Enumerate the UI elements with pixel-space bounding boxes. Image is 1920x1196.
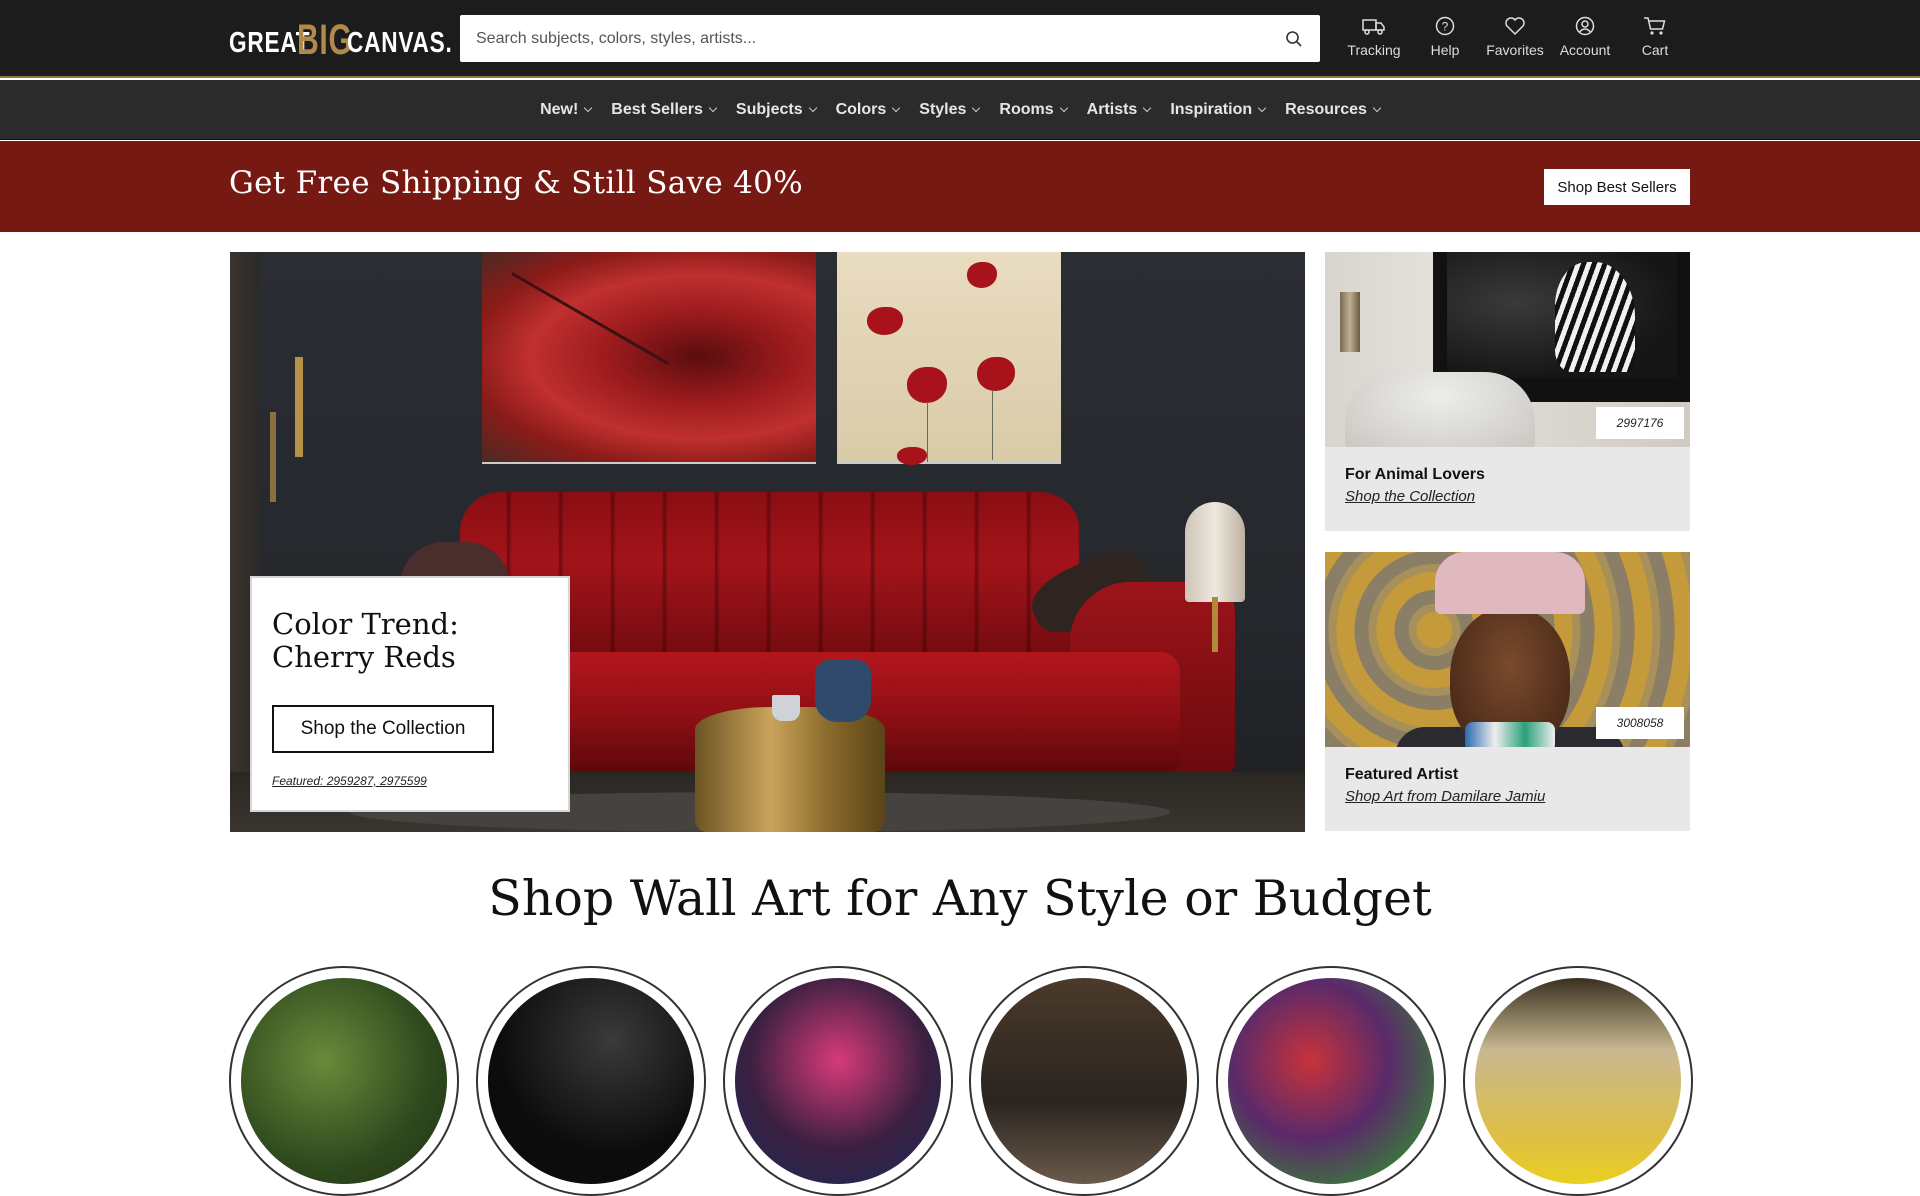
side-promo-featured-artist[interactable]: 3008058 Featured Artist Shop Art from Da… [1325, 552, 1690, 831]
chevron-down-icon [892, 103, 901, 113]
tracking-link[interactable]: Tracking [1339, 16, 1409, 58]
cart-icon [1644, 17, 1666, 35]
chevron-down-icon [708, 103, 718, 113]
nav-label: Rooms [999, 101, 1054, 118]
promo-banner: Get Free Shipping & Still Save 40% Shop … [0, 141, 1920, 232]
logo-text-big: BIG [297, 16, 353, 64]
chevron-down-icon [584, 103, 593, 113]
hero-vase [815, 660, 871, 722]
chevron-down-icon [1257, 103, 1267, 113]
chevron-down-icon [1372, 103, 1382, 113]
nav-label: Inspiration [1170, 101, 1253, 118]
shop-best-sellers-button[interactable]: Shop Best Sellers [1544, 169, 1690, 205]
nav-item-styles[interactable]: Styles [919, 101, 981, 119]
nav-item-artists[interactable]: Artists [1086, 101, 1152, 119]
nav-item-subjects[interactable]: Subjects [735, 101, 817, 119]
nav-label: Artists [1086, 101, 1138, 118]
hero-candle-small [270, 412, 276, 502]
side-promo-link[interactable]: Shop the Collection [1345, 488, 1475, 505]
chevron-down-icon [972, 103, 981, 113]
nav-item-new[interactable]: New! [540, 101, 593, 119]
hero-side-table [695, 707, 885, 832]
favorites-label: Favorites [1486, 42, 1544, 58]
nav-label: Colors [835, 101, 887, 118]
help-link[interactable]: ? Help [1410, 16, 1480, 58]
artwork-id-tag: 3008058 [1596, 707, 1684, 739]
nav-label: Subjects [735, 101, 803, 118]
nav-label: Best Sellers [611, 101, 703, 118]
category-circle[interactable] [1463, 966, 1693, 1196]
search-icon[interactable] [1268, 15, 1320, 62]
nav-item-colors[interactable]: Colors [835, 101, 901, 119]
category-circle[interactable] [229, 966, 459, 1196]
hero-artwork-right [837, 252, 1061, 465]
svg-text:?: ? [1442, 20, 1449, 34]
hero-lamp-base [1212, 597, 1218, 652]
logo-text-great: GREAT [229, 27, 311, 59]
nav-item-inspiration[interactable]: Inspiration [1170, 101, 1267, 119]
side-promo-link[interactable]: Shop Art from Damilare Jamiu [1345, 788, 1545, 805]
search-input[interactable] [460, 15, 1268, 62]
nav-label: Styles [919, 101, 967, 118]
category-circle[interactable] [969, 966, 1199, 1196]
hero-card: Color Trend: Cherry Reds Shop the Collec… [250, 576, 570, 812]
truck-icon [1362, 19, 1385, 35]
hero-featured-link[interactable]: Featured: 2959287, 2975599 [272, 774, 427, 788]
account-label: Account [1559, 42, 1611, 58]
hero-candle [295, 357, 303, 457]
cart-label: Cart [1641, 42, 1669, 58]
artwork-id-tag: 2997176 [1596, 407, 1684, 439]
side-promo-animal-lovers[interactable]: 2997176 For Animal Lovers Shop the Colle… [1325, 252, 1690, 531]
shop-collection-button[interactable]: Shop the Collection [272, 705, 494, 753]
help-icon: ? [1435, 16, 1455, 36]
hero-banner[interactable]: Color Trend: Cherry Reds Shop the Collec… [230, 252, 1305, 832]
promo-text: Get Free Shipping & Still Save 40% [229, 165, 803, 201]
nav-item-resources[interactable]: Resources [1285, 101, 1382, 119]
account-link[interactable]: Account [1550, 16, 1620, 58]
cart-link[interactable]: Cart [1620, 16, 1690, 58]
user-icon [1575, 16, 1595, 36]
hero-title: Color Trend: Cherry Reds [272, 607, 459, 674]
chevron-down-icon [1143, 103, 1152, 113]
nav-item-rooms[interactable]: Rooms [999, 101, 1068, 119]
category-circle[interactable] [1216, 966, 1446, 1196]
category-circle[interactable] [723, 966, 953, 1196]
nav-label: New! [540, 101, 579, 118]
favorites-link[interactable]: Favorites [1480, 16, 1550, 58]
section-heading: Shop Wall Art for Any Style or Budget [488, 870, 1432, 927]
help-label: Help [1430, 42, 1460, 58]
chevron-down-icon [808, 103, 817, 113]
heart-icon [1505, 17, 1525, 36]
hero-artwork-left [482, 252, 816, 464]
tracking-label: Tracking [1347, 42, 1401, 58]
chevron-down-icon [1059, 103, 1068, 113]
main-nav: New! Best Sellers Subjects Colors Styles… [0, 80, 1920, 140]
hero-cup [772, 695, 800, 721]
side-promo-title: For Animal Lovers [1345, 466, 1485, 483]
search-bar [460, 15, 1320, 62]
nav-item-best-sellers[interactable]: Best Sellers [611, 101, 718, 119]
side-promo-title: Featured Artist [1345, 766, 1459, 783]
site-logo[interactable]: GREAT BIG CANVAS. [229, 16, 453, 64]
top-header: GREAT BIG CANVAS. Tracking ? Help Favori… [0, 0, 1920, 78]
logo-text-canvas: CANVAS. [347, 27, 453, 59]
hero-lamp [1185, 502, 1245, 602]
nav-label: Resources [1285, 101, 1367, 118]
category-circle[interactable] [476, 966, 706, 1196]
